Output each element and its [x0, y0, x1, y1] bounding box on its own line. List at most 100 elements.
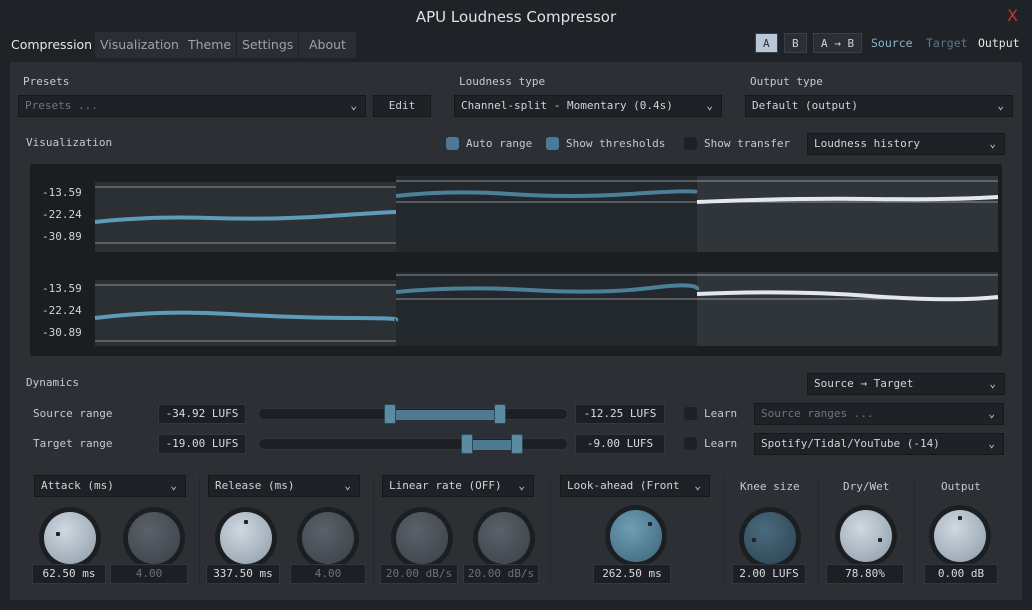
attack-label: Attack (ms)	[41, 479, 114, 492]
release-knob[interactable]	[220, 512, 272, 564]
target-range-slider[interactable]	[258, 434, 568, 454]
release-secondary-knob[interactable]	[302, 512, 354, 564]
slider-max-handle[interactable]	[494, 404, 506, 424]
show-thresholds-checkbox[interactable]	[546, 137, 559, 150]
target-learn-label: Learn	[704, 437, 738, 450]
look-ahead-value[interactable]: 262.50 ms	[593, 564, 671, 584]
source-learn-checkbox[interactable]	[684, 407, 697, 420]
channel-2-plot	[94, 272, 999, 346]
attack-secondary-value[interactable]: 4.00	[110, 564, 188, 584]
linear-rate-dropdown[interactable]: Linear rate (OFF) ⌄	[382, 475, 534, 497]
slider-min-handle[interactable]	[461, 434, 473, 454]
copy-a-to-b-button[interactable]: A → B	[813, 33, 863, 53]
source-range-slider[interactable]	[258, 404, 568, 424]
preset-a-button[interactable]: A	[755, 33, 778, 53]
attack-secondary-knob[interactable]	[128, 512, 180, 564]
linear-rate-secondary-knob[interactable]	[478, 512, 530, 564]
window-title: APU Loudness Compressor	[415, 8, 617, 26]
tab-about[interactable]: About	[299, 32, 356, 58]
look-ahead-knob[interactable]	[610, 510, 662, 562]
target-range-max[interactable]: -9.00 LUFS	[575, 434, 665, 454]
divider	[724, 476, 725, 586]
dynamics-label: Dynamics	[26, 376, 79, 389]
chevron-down-icon: ⌄	[170, 479, 177, 492]
chevron-down-icon: ⌄	[988, 437, 995, 450]
visualization-mode-dropdown[interactable]: Loudness history ⌄	[807, 133, 1005, 155]
y-label: -30.89	[42, 230, 82, 243]
chevron-down-icon: ⌄	[988, 407, 995, 420]
source-range-max[interactable]: -12.25 LUFS	[575, 404, 665, 424]
linear-rate-label: Linear rate (OFF)	[389, 479, 502, 492]
divider	[818, 476, 819, 586]
visualization-label: Visualization	[26, 136, 113, 149]
output-label: Output	[941, 480, 981, 493]
dry-wet-value[interactable]: 78.80%	[826, 564, 904, 584]
look-ahead-label: Look-ahead (Front	[567, 479, 680, 492]
channel-1-plot	[94, 176, 999, 252]
presets-dropdown[interactable]: Presets ... ⌄	[18, 95, 366, 117]
dry-wet-knob[interactable]	[840, 510, 892, 562]
target-preset-dropdown[interactable]: Spotify/Tidal/YouTube (-14) ⌄	[754, 433, 1004, 455]
source-range-min[interactable]: -34.92 LUFS	[158, 404, 246, 424]
source-link[interactable]: Source	[871, 36, 913, 50]
chevron-down-icon: ⌄	[989, 137, 996, 150]
target-range-label: Target range	[33, 437, 113, 450]
source-range-label: Source range	[33, 407, 113, 420]
linear-rate-secondary-value[interactable]: 20.00 dB/s	[463, 564, 539, 584]
tab-compression[interactable]: Compression	[6, 32, 97, 58]
chevron-down-icon: ⌄	[518, 479, 525, 492]
show-transfer-checkbox[interactable]	[684, 137, 697, 150]
tab-theme[interactable]: Theme	[183, 32, 237, 58]
close-button[interactable]: X	[1007, 6, 1018, 25]
tab-visualization[interactable]: Visualization	[95, 32, 184, 58]
attack-mode-dropdown[interactable]: Attack (ms) ⌄	[34, 475, 186, 497]
history-plot	[94, 176, 999, 346]
tab-settings[interactable]: Settings	[237, 32, 299, 58]
divider	[550, 476, 551, 586]
divider	[914, 476, 915, 586]
slider-fill	[467, 440, 517, 450]
output-knob[interactable]	[934, 510, 986, 562]
dynamics-mode-dropdown[interactable]: Source → Target ⌄	[807, 373, 1005, 395]
show-thresholds-label: Show thresholds	[566, 137, 666, 150]
attack-knob[interactable]	[44, 512, 96, 564]
attack-value[interactable]: 62.50 ms	[32, 564, 106, 584]
preset-b-button[interactable]: B	[784, 33, 807, 53]
slider-min-handle[interactable]	[384, 404, 396, 424]
auto-range-checkbox[interactable]	[446, 137, 459, 150]
auto-range-label: Auto range	[466, 137, 533, 150]
output-region	[697, 176, 998, 252]
chevron-down-icon: ⌄	[344, 479, 351, 492]
show-transfer-label: Show transfer	[704, 137, 791, 150]
chevron-down-icon: ⌄	[997, 99, 1004, 112]
slider-max-handle[interactable]	[511, 434, 523, 454]
source-ranges-dropdown[interactable]: Source ranges ... ⌄	[754, 403, 1004, 425]
divider	[373, 476, 374, 586]
y-label: -22.24	[42, 304, 82, 317]
target-range-min[interactable]: -19.00 LUFS	[158, 434, 246, 454]
release-value[interactable]: 337.50 ms	[206, 564, 280, 584]
linear-rate-knob[interactable]	[396, 512, 448, 564]
release-mode-dropdown[interactable]: Release (ms) ⌄	[208, 475, 360, 497]
look-ahead-dropdown[interactable]: Look-ahead (Front ⌄	[560, 475, 710, 497]
divider	[199, 476, 200, 586]
loudness-type-label: Loudness type	[459, 75, 546, 88]
y-label: -22.24	[42, 208, 82, 221]
loudness-history-graph: -13.59 -22.24 -30.89 -13.59 -22.24 -30.8…	[30, 164, 1002, 356]
target-learn-checkbox[interactable]	[684, 437, 697, 450]
release-secondary-value[interactable]: 4.00	[290, 564, 366, 584]
output-link[interactable]: Output	[978, 36, 1020, 50]
target-link[interactable]: Target	[926, 36, 968, 50]
loudness-type-value: Channel-split - Momentary (0.4s)	[461, 99, 673, 112]
knee-size-value[interactable]: 2.00 LUFS	[732, 564, 806, 584]
output-value[interactable]: 0.00 dB	[924, 564, 998, 584]
loudness-type-dropdown[interactable]: Channel-split - Momentary (0.4s) ⌄	[454, 95, 722, 117]
output-type-dropdown[interactable]: Default (output) ⌄	[745, 95, 1013, 117]
dry-wet-label: Dry/Wet	[843, 480, 890, 493]
y-label: -13.59	[42, 186, 82, 199]
knee-size-label: Knee size	[740, 480, 800, 493]
knee-size-knob[interactable]	[744, 512, 796, 564]
linear-rate-value[interactable]: 20.00 dB/s	[380, 564, 458, 584]
source-learn-label: Learn	[704, 407, 738, 420]
edit-presets-button[interactable]: Edit	[373, 95, 431, 117]
